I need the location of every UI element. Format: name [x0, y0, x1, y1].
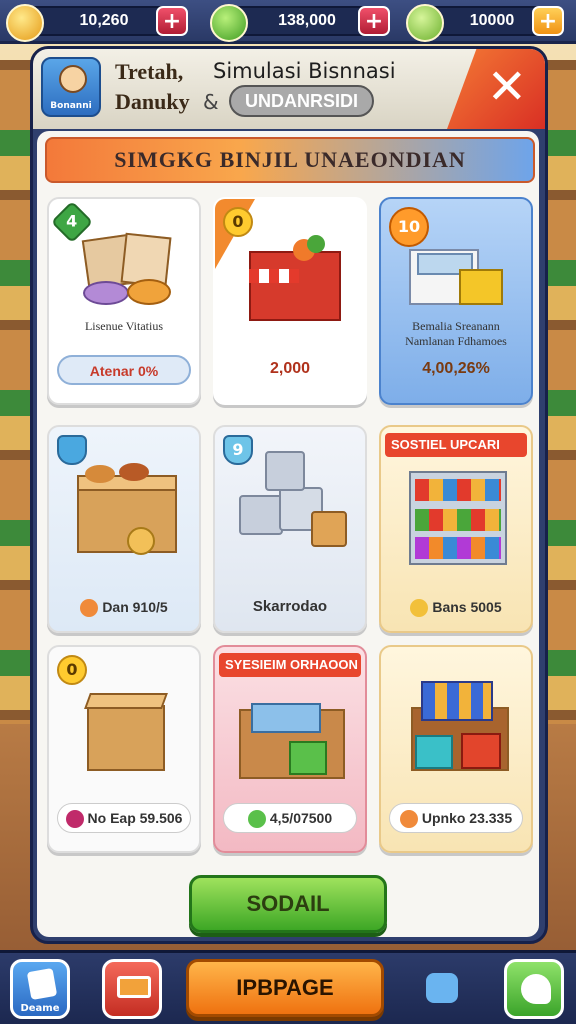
- add-gems-button[interactable]: +: [532, 6, 564, 36]
- price-value: Bans 5005: [389, 593, 523, 623]
- ampersand-glyph: &: [203, 90, 219, 114]
- card-ribbon: SOSTIEL UPCARI: [385, 433, 527, 457]
- social-nav-button[interactable]: [504, 959, 564, 1019]
- produce-crate-icon: [233, 689, 353, 789]
- chat-icon: [521, 974, 551, 1004]
- coin-small-icon: [410, 599, 429, 618]
- avatar-face-icon: [59, 65, 87, 93]
- bottom-nav: Deame IPBPAGE: [0, 950, 576, 1024]
- price-button[interactable]: No Eap 59.506: [57, 803, 191, 833]
- food-box-icon: [67, 457, 185, 555]
- price-button[interactable]: Upnko 23.335: [389, 803, 523, 833]
- section-banner: SIMGKG BINJIL UNAEONDIAN: [45, 137, 535, 183]
- cart-nav-button[interactable]: [102, 959, 162, 1019]
- cash-value: 138,000: [278, 12, 336, 29]
- cardboard-box-icon: [79, 683, 175, 779]
- checkmark-icon: [247, 810, 266, 829]
- cash-icon: [210, 4, 248, 42]
- home-nav-label: Deame: [20, 1003, 60, 1014]
- avatar[interactable]: Bonanni: [41, 57, 101, 117]
- banner-text: SIMGKG BINJIL UNAEONDIAN: [114, 147, 466, 172]
- sold-button-label: SODAIL: [246, 891, 330, 916]
- grocery-shelf-icon: [403, 465, 515, 575]
- store-name-badge: UNDANRSIDI: [229, 85, 375, 117]
- freezer-cart-icon: [405, 227, 515, 323]
- puzzle-icon: [426, 973, 458, 1003]
- card-label: Lisenue Vitatius: [84, 319, 164, 333]
- gem-icon: [406, 4, 444, 42]
- gem-value: 10000: [469, 12, 515, 29]
- resource-bar: 10,260 + 138,000 + 10000 +: [0, 0, 576, 44]
- puzzle-nav-button[interactable]: [412, 959, 472, 1019]
- stacked-crates-icon: [235, 447, 353, 567]
- add-coins-button[interactable]: +: [156, 6, 188, 36]
- sold-button[interactable]: SODAIL: [189, 875, 387, 933]
- item-card-freezer[interactable]: 10 Bemalia Sreanann Namlanan Fdhamoes 4,…: [379, 197, 533, 405]
- price-value: Skarrodao: [252, 598, 328, 615]
- coin-small-icon: [399, 810, 418, 829]
- snack-display-icon: [401, 673, 517, 789]
- price-value: Dan 910/5: [57, 593, 191, 623]
- gem-counter: 10000 +: [406, 4, 564, 42]
- card-label: Bemalia Sreanann Namlanan Fdhamoes: [405, 319, 507, 348]
- level-badge: 0: [57, 655, 87, 685]
- level-badge: 0: [223, 207, 253, 237]
- item-card-produce-crate[interactable]: SYESIEIM ORHAOON 4,5/07500: [213, 645, 367, 853]
- tag-icon: [26, 967, 58, 1001]
- heart-coin-icon: [65, 810, 84, 829]
- upgrade-button[interactable]: IPBPAGE: [186, 959, 384, 1017]
- item-card-market-stall[interactable]: 0 2,000: [213, 197, 367, 405]
- item-card-shelf-upgrade[interactable]: SOSTIEL UPCARI Bans 5005: [379, 425, 533, 633]
- panel-content: SIMGKG BINJIL UNAEONDIAN 4 Lisenue Vitat…: [37, 131, 539, 937]
- shopping-cart-icon: [117, 976, 151, 998]
- coin-value: 10,260: [79, 12, 129, 29]
- close-icon: ✕: [486, 59, 527, 115]
- market-stall-icon: [239, 235, 349, 331]
- business-panel: Bonanni Tretah, Danuky Simulasi Bisnnasi…: [30, 46, 548, 944]
- page-title: Simulasi Bisnnasi: [213, 59, 396, 83]
- card-ribbon: SYESIEIM ORHAOON: [219, 653, 361, 677]
- coin-icon: [6, 4, 44, 42]
- close-button[interactable]: ✕: [447, 49, 545, 129]
- item-card-cardboard-box[interactable]: 0 No Eap 59.506: [47, 645, 201, 853]
- avatar-label: Bonanni: [50, 101, 92, 111]
- food-platter-icon: [79, 232, 175, 329]
- item-card-crates[interactable]: 9 Skarrodao: [213, 425, 367, 633]
- coin-counter: 10,260 +: [6, 4, 188, 42]
- coin-small-icon: [80, 599, 99, 618]
- price-value: 2,000: [269, 360, 311, 377]
- price-button[interactable]: 4,5/07500: [223, 803, 357, 833]
- player-name: Tretah,: [115, 59, 184, 84]
- player-name-2: Danuky: [115, 89, 190, 114]
- add-cash-button[interactable]: +: [358, 6, 390, 36]
- item-card-snack-display[interactable]: Upnko 23.335: [379, 645, 533, 853]
- upgrade-button-label: IPBPAGE: [236, 975, 334, 1000]
- home-nav-button[interactable]: Deame: [10, 959, 70, 1019]
- price-button[interactable]: Atenar 0%: [57, 355, 191, 385]
- cash-counter: 138,000 +: [210, 4, 390, 42]
- item-card-food-box[interactable]: Dan 910/5: [47, 425, 201, 633]
- item-card-food-menu[interactable]: 4 Lisenue Vitatius Atenar 0%: [47, 197, 201, 405]
- price-value: 4,00,26%: [422, 360, 490, 377]
- panel-header: Bonanni Tretah, Danuky Simulasi Bisnnasi…: [33, 49, 545, 129]
